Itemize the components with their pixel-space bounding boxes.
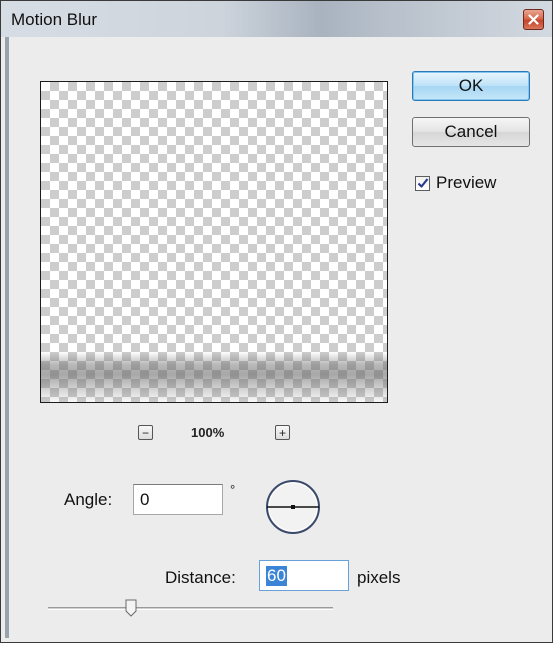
preview-label: Preview [436, 173, 497, 192]
plus-icon: + [278, 425, 286, 440]
close-x-icon [528, 14, 539, 25]
angle-input[interactable] [133, 484, 223, 515]
close-button[interactable] [523, 9, 544, 30]
cancel-button[interactable]: Cancel [412, 117, 530, 147]
title-bar[interactable]: Motion Blur [1, 1, 552, 37]
angle-label: Angle: [64, 490, 113, 509]
zoom-in-button[interactable]: + [275, 425, 290, 440]
checkmark-icon [417, 178, 428, 188]
distance-input[interactable]: 60 [259, 560, 349, 591]
preview-canvas[interactable] [40, 81, 388, 403]
ok-button[interactable]: OK [412, 71, 530, 101]
degree-symbol: ° [230, 482, 236, 497]
slider-thumb-icon[interactable] [125, 599, 137, 617]
zoom-level: 100% [191, 425, 225, 440]
preview-checkbox[interactable] [415, 175, 430, 191]
zoom-out-button[interactable]: − [138, 425, 153, 440]
dialog-title: Motion Blur [11, 10, 97, 29]
minus-icon: − [141, 425, 149, 440]
motion-blur-dialog: Motion Blur OK Cancel Preview − 100% + A… [0, 0, 553, 643]
distance-label: Distance: [165, 568, 236, 587]
preview-toggle[interactable]: Preview [415, 173, 496, 193]
pixels-unit-label: pixels [357, 568, 401, 587]
motion-blur-preview-band [41, 352, 387, 402]
distance-value-selected: 60 [266, 565, 287, 586]
distance-slider-track[interactable] [48, 607, 333, 610]
angle-dial-icon[interactable] [264, 478, 322, 536]
